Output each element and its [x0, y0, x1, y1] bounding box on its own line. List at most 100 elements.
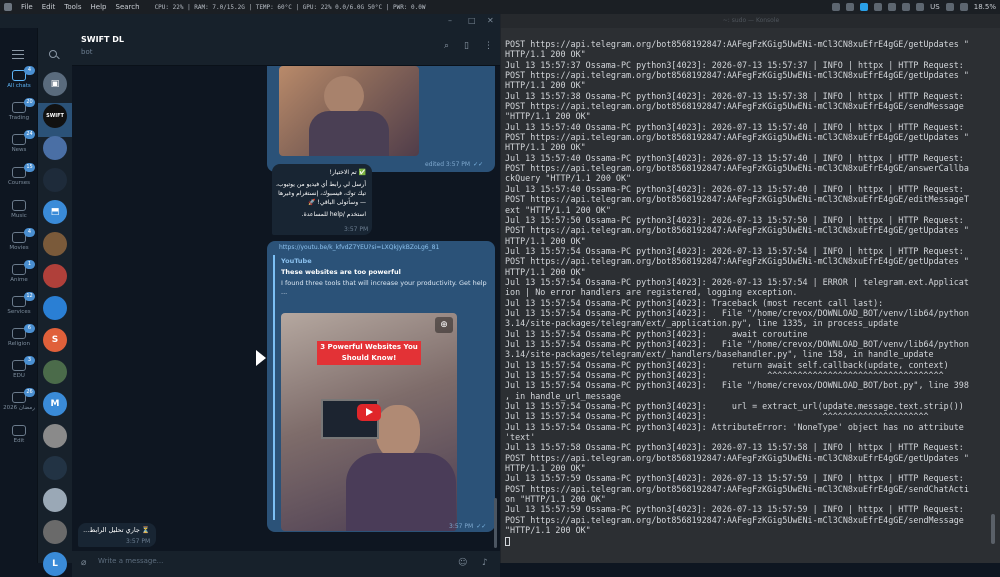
chat-avatar[interactable] [43, 168, 67, 192]
menu-search[interactable]: Search [116, 3, 140, 11]
folder-tab[interactable]: 20 Trading [0, 98, 38, 121]
tray-app-icon[interactable] [888, 3, 897, 11]
terminal-line: Jul 13 15:57:54 Ossama-PC python3[4023]:… [505, 245, 964, 256]
more-options-icon[interactable]: ⋮ [484, 42, 493, 51]
terminal-line: Jul 13 15:57:38 Ossama-PC python3[4023]:… [505, 90, 964, 101]
app-menu-icon[interactable] [4, 3, 12, 11]
folder-label: Courses [7, 180, 31, 186]
folder-tab[interactable]: 4 All chats [0, 66, 38, 89]
video-preview[interactable]: 3 Powerful Websites You Should Know! ⊕ [281, 313, 457, 531]
terminal-line: Jul 13 15:57:54 Ossama-PC python3[4023]:… [505, 328, 808, 339]
terminal-line: Jul 13 15:57:40 Ossama-PC python3[4023]:… [505, 121, 964, 132]
terminal-line: 3.14/site-packages/telegram/ext/_handler… [505, 349, 934, 360]
tray-app-icon[interactable] [832, 3, 841, 11]
chat-avatar[interactable]: S [43, 328, 67, 352]
telegram-tray-icon[interactable] [860, 3, 869, 11]
chat-avatar[interactable] [43, 456, 67, 480]
message-text: ⏳ جاري تحليل الرابط... [83, 526, 150, 534]
folder-tab[interactable]: 15 Courses [0, 163, 38, 186]
folder-tab[interactable]: 6 Religion [0, 324, 38, 347]
telegram-titlebar: – □ ✕ [0, 14, 500, 28]
emoji-icon[interactable]: ☺ [458, 558, 467, 568]
search-icon[interactable] [49, 50, 57, 58]
bluetooth-icon[interactable] [902, 3, 911, 11]
close-icon[interactable]: ✕ [487, 16, 494, 25]
chat-avatar[interactable] [43, 296, 67, 320]
chat-avatar[interactable] [43, 232, 67, 256]
folder-icon: 26 [12, 388, 35, 403]
folder-tab[interactable]: 4 Movies [0, 228, 38, 251]
zoom-icon[interactable]: ⊕ [435, 317, 453, 333]
chat-avatar[interactable] [43, 488, 67, 512]
attach-icon[interactable]: ⌀ [81, 558, 86, 568]
video-thumbnail[interactable] [279, 66, 419, 156]
keyboard-layout[interactable]: US [930, 3, 940, 11]
message-line: استخدم /help للمساعدة. [301, 211, 366, 218]
battery-level[interactable]: 18.5% [974, 3, 996, 11]
unread-badge: 4 [24, 66, 35, 75]
volume-icon[interactable] [945, 3, 954, 11]
terminal-output[interactable]: POST https://api.telegram.org/bot8568192… [505, 39, 989, 559]
folder-tab[interactable]: 3 EDU [0, 356, 38, 379]
unread-badge: 26 [24, 388, 35, 397]
link-preview[interactable]: YouTube These websites are too powerful … [273, 255, 489, 531]
chat-avatar[interactable] [43, 136, 67, 160]
terminal-line: Jul 13 15:57:50 Ossama-PC python3[4023]:… [505, 214, 964, 225]
folder-label: Anime [10, 277, 28, 283]
chat-header[interactable]: SWIFT DL bot ⌕ ▯ ⋮ [72, 28, 500, 66]
chat-avatar[interactable] [43, 264, 67, 288]
terminal-scrollbar[interactable] [991, 514, 995, 544]
message-link[interactable]: https://youtu.be/k_kfvdZ7YEU?si=LXQkJykB… [279, 244, 439, 251]
incoming-message[interactable]: ⏳ جاري تحليل الرابط... 3:57 PM [78, 523, 156, 547]
folder-tab[interactable]: Edit [0, 425, 38, 444]
chat-avatar[interactable]: L [43, 552, 67, 576]
maximize-icon[interactable]: □ [468, 16, 476, 25]
terminal-line: 3.14/site-packages/telegram/ext/_applica… [505, 318, 899, 329]
folder-tab[interactable]: 26 رمضان 2026 [0, 388, 38, 411]
chat-list: ▣ SWIFT ⬒ S M L [38, 28, 72, 576]
terminal-line: POST https://api.telegram.org/bot8568192… [505, 483, 969, 494]
message-input[interactable]: Write a message... [98, 557, 163, 565]
chat-scrollbar[interactable] [494, 498, 497, 548]
video-message[interactable]: edited 3:57 PM ✓✓ [267, 66, 495, 172]
chat-bubbles-icon: 4 [12, 66, 35, 81]
link-message[interactable]: https://youtu.be/k_kfvdZ7YEU?si=LXQkJykB… [267, 241, 495, 532]
hamburger-menu-icon[interactable] [12, 50, 24, 59]
search-in-chat-icon[interactable]: ⌕ [444, 42, 453, 51]
unread-badge: 12 [24, 292, 35, 301]
chat-avatar[interactable] [43, 520, 67, 544]
terminal-line: POST https://api.telegram.org/bot8568192… [505, 132, 969, 143]
folder-label: Services [7, 309, 31, 315]
menu-help[interactable]: Help [91, 3, 107, 11]
wifi-icon[interactable] [959, 3, 968, 11]
folder-tab[interactable]: 24 News [0, 130, 38, 153]
folder-label: EDU [13, 373, 25, 379]
folder-label: Music [11, 213, 27, 219]
chat-avatar[interactable] [43, 424, 67, 448]
tray-app-icon[interactable] [874, 3, 883, 11]
minimize-icon[interactable]: – [448, 16, 452, 25]
chat-avatar[interactable]: SWIFT [43, 104, 67, 128]
bookmark-icon[interactable]: ⬒ [43, 200, 67, 224]
unread-badge: 24 [24, 130, 35, 139]
chat-avatar[interactable]: M [43, 392, 67, 416]
play-button-icon[interactable] [357, 404, 381, 421]
microphone-icon[interactable]: ♪ [482, 558, 488, 568]
menu-edit[interactable]: Edit [42, 3, 56, 11]
terminal-line: , in handle_url_message [505, 390, 621, 401]
terminal-line: POST https://api.telegram.org/bot8568192… [505, 70, 969, 81]
folder-tab[interactable]: Music [0, 200, 38, 219]
archive-icon[interactable]: ▣ [43, 72, 67, 96]
folder-tab[interactable]: 1 Anime [0, 260, 38, 283]
tray-app-icon[interactable] [846, 3, 855, 11]
network-icon[interactable] [916, 3, 925, 11]
terminal-line: POST https://api.telegram.org/bot8568192… [505, 39, 969, 49]
folder-tab[interactable]: 12 Services [0, 292, 38, 315]
menu-tools[interactable]: Tools [64, 3, 81, 11]
menu-file[interactable]: File [21, 3, 33, 11]
chat-avatar[interactable] [43, 360, 67, 384]
folder-icon: 4 [12, 228, 35, 243]
terminal-line: HTTP/1.1 200 OK" [505, 266, 586, 277]
incoming-message[interactable]: ✅ تم الاختيار! أرسل لي رابط أي فيديو من … [272, 164, 372, 235]
sidebar-toggle-icon[interactable]: ▯ [464, 42, 473, 51]
